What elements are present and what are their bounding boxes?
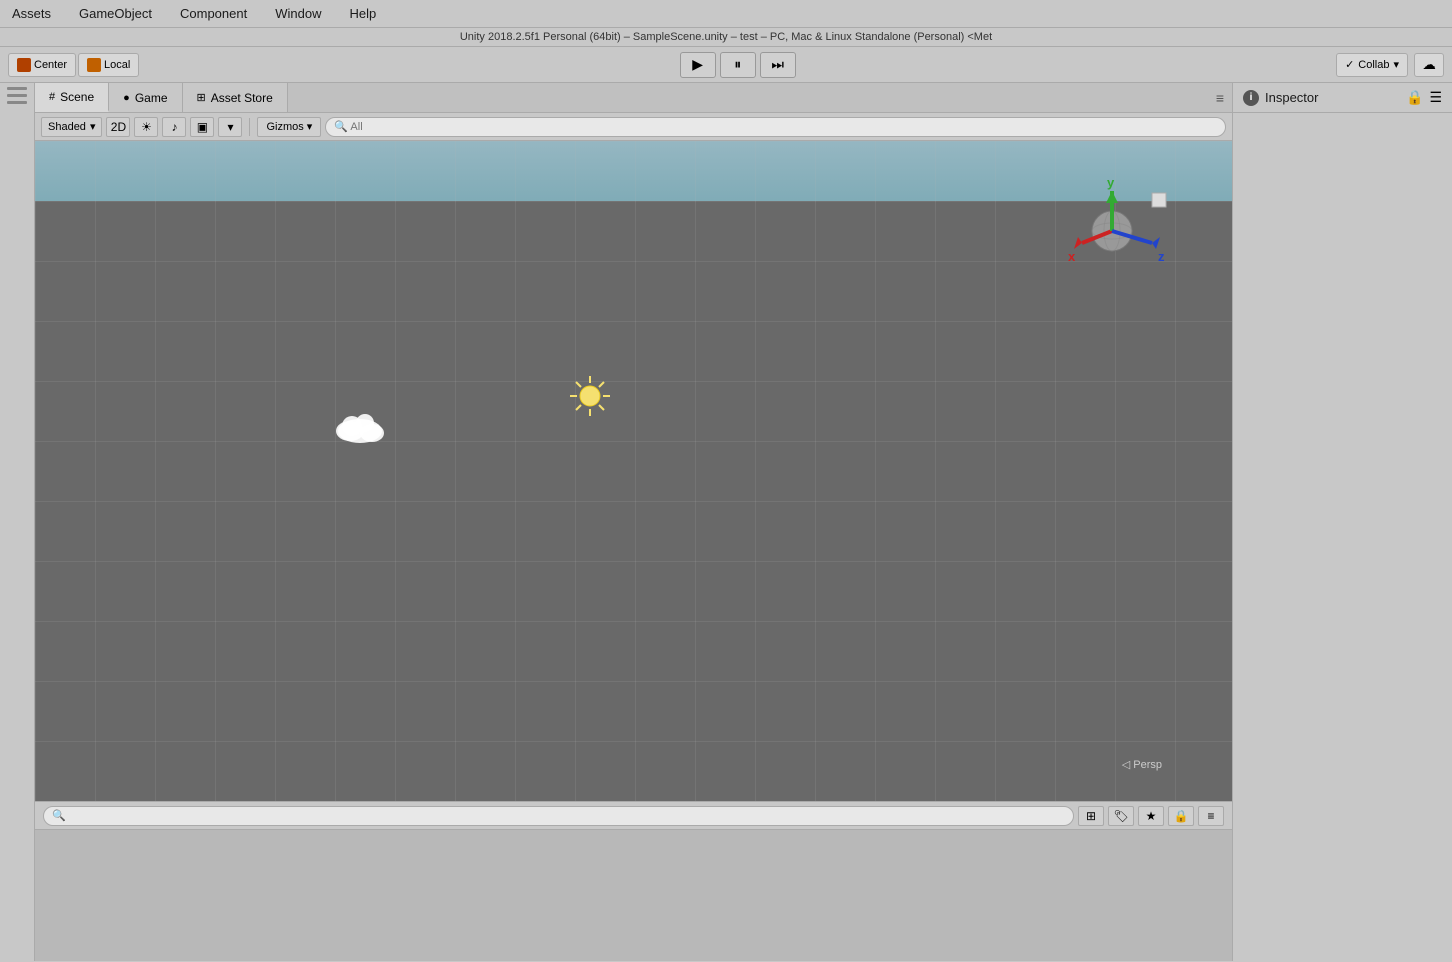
shading-mode-arrow: ▾ <box>90 120 96 133</box>
project-lock-btn[interactable]: 🔒 <box>1168 806 1194 826</box>
project-btn-1[interactable]: ⊞ <box>1078 806 1104 826</box>
gizmos-label: Gizmos <box>266 121 303 133</box>
project-icon-2: 🏷 <box>1113 809 1128 823</box>
left-panel <box>0 83 35 961</box>
play-button[interactable]: ▶ <box>680 52 716 78</box>
center-content: # Scene ● Game ⊞ Asset Store ≡ Shaded ▾ … <box>35 83 1232 961</box>
menu-assets[interactable]: Assets <box>8 4 55 23</box>
main-toolbar: Center Local ▶ ⏸ ⏭ ✓ Collab ▾ ☁ <box>0 47 1452 83</box>
svg-text:z: z <box>1158 249 1165 264</box>
shading-mode-label: Shaded <box>48 121 86 133</box>
title-bar: Unity 2018.2.5f1 Personal (64bit) – Samp… <box>0 28 1452 47</box>
cloud-icon-btn: ☁ <box>1422 57 1435 73</box>
transform-group: Center Local <box>8 53 139 77</box>
tab-assetstore[interactable]: ⊞ Asset Store <box>183 83 288 112</box>
project-btn-2[interactable]: 🏷 <box>1108 806 1134 826</box>
btn-sun[interactable]: ☀ <box>134 117 158 137</box>
sun-scene-icon: ☀ <box>141 120 152 134</box>
btn-more[interactable]: ▾ <box>218 117 242 137</box>
center-label: Center <box>34 59 67 71</box>
inspector-header: i Inspector 🔒 ☰ <box>1233 83 1452 113</box>
gizmos-button[interactable]: Gizmos ▾ <box>257 117 321 137</box>
title-text: Unity 2018.2.5f1 Personal (64bit) – Samp… <box>460 31 992 43</box>
lock-project-icon: 🔒 <box>1174 809 1189 823</box>
project-content <box>35 830 1232 961</box>
collab-label: Collab <box>1358 59 1389 71</box>
sun-object <box>565 371 615 421</box>
assetstore-tab-icon: ⊞ <box>197 91 206 104</box>
audio-icon: ♪ <box>171 120 177 134</box>
persp-label: ◁ Persp <box>1122 758 1162 771</box>
scene-search-input[interactable] <box>325 117 1226 137</box>
inspector-lock-icon[interactable]: 🔒 <box>1406 89 1423 106</box>
inspector-title: Inspector <box>1265 90 1318 105</box>
btn-audio[interactable]: ♪ <box>162 117 186 137</box>
inspector-panel: i Inspector 🔒 ☰ <box>1232 83 1452 961</box>
cloud-object <box>330 409 390 452</box>
inspector-content <box>1233 113 1452 961</box>
menu-component[interactable]: Component <box>176 4 251 23</box>
gizmos-arrow-icon: ▾ <box>307 120 313 133</box>
menu-help[interactable]: Help <box>345 4 380 23</box>
project-icon-1: ⊞ <box>1086 809 1096 823</box>
svg-text:x: x <box>1068 249 1076 264</box>
project-btn-3[interactable]: ★ <box>1138 806 1164 826</box>
local-icon <box>87 58 101 72</box>
menu-gameobject[interactable]: GameObject <box>75 4 156 23</box>
tab-game[interactable]: ● Game <box>109 83 182 112</box>
svg-text:y: y <box>1107 175 1115 190</box>
local-label: Local <box>104 59 130 71</box>
btn-2d-label: 2D <box>111 120 126 134</box>
assetstore-tab-label: Asset Store <box>211 91 273 105</box>
collab-check-icon: ✓ <box>1345 58 1354 71</box>
left-panel-icon-2 <box>7 94 27 97</box>
left-panel-icon-3 <box>7 101 27 104</box>
menu-project-icon: ≡ <box>1207 809 1214 823</box>
left-panel-icon-1 <box>7 87 27 90</box>
game-tab-label: Game <box>135 91 168 105</box>
game-tab-icon: ● <box>123 92 130 104</box>
local-button[interactable]: Local <box>78 53 139 77</box>
tab-menu-button[interactable]: ≡ <box>1208 83 1232 112</box>
collab-button[interactable]: ✓ Collab ▾ <box>1336 53 1408 77</box>
project-icon-3: ★ <box>1146 809 1157 823</box>
image-icon: ▣ <box>197 120 208 134</box>
tab-bar: # Scene ● Game ⊞ Asset Store ≡ <box>35 83 1232 113</box>
cloud-button[interactable]: ☁ <box>1414 53 1444 77</box>
center-icon <box>17 58 31 72</box>
project-search-input[interactable] <box>43 806 1074 826</box>
step-button[interactable]: ⏭ <box>760 52 796 78</box>
collab-arrow-icon: ▾ <box>1393 58 1399 71</box>
shading-mode-select[interactable]: Shaded ▾ <box>41 117 102 137</box>
pause-button[interactable]: ⏸ <box>720 52 756 78</box>
more-icon: ▾ <box>227 120 233 134</box>
orientation-gizmo[interactable]: x y z <box>1052 171 1172 291</box>
inspector-info-icon: i <box>1243 90 1259 106</box>
main-area: # Scene ● Game ⊞ Asset Store ≡ Shaded ▾ … <box>0 83 1452 961</box>
menu-bar: Assets GameObject Component Window Help <box>0 0 1452 28</box>
playback-group: ▶ ⏸ ⏭ <box>145 52 1330 78</box>
scene-toolbar: Shaded ▾ 2D ☀ ♪ ▣ ▾ Gizmos ▾ <box>35 113 1232 141</box>
bottom-toolbar: ⊞ 🏷 ★ 🔒 ≡ <box>35 802 1232 830</box>
tab-scene[interactable]: # Scene <box>35 83 109 112</box>
center-button[interactable]: Center <box>8 53 76 77</box>
scene-view[interactable]: x y z ◁ Persp <box>35 141 1232 801</box>
btn-2d[interactable]: 2D <box>106 117 130 137</box>
btn-image[interactable]: ▣ <box>190 117 214 137</box>
bottom-panel: ⊞ 🏷 ★ 🔒 ≡ <box>35 801 1232 961</box>
scene-tab-icon: # <box>49 91 55 103</box>
scene-tab-label: Scene <box>60 90 94 104</box>
menu-window[interactable]: Window <box>271 4 325 23</box>
project-menu-btn[interactable]: ≡ <box>1198 806 1224 826</box>
collab-group: ✓ Collab ▾ ☁ <box>1336 53 1444 77</box>
inspector-menu-icon[interactable]: ☰ <box>1429 89 1442 106</box>
toolbar-separator <box>249 118 250 136</box>
